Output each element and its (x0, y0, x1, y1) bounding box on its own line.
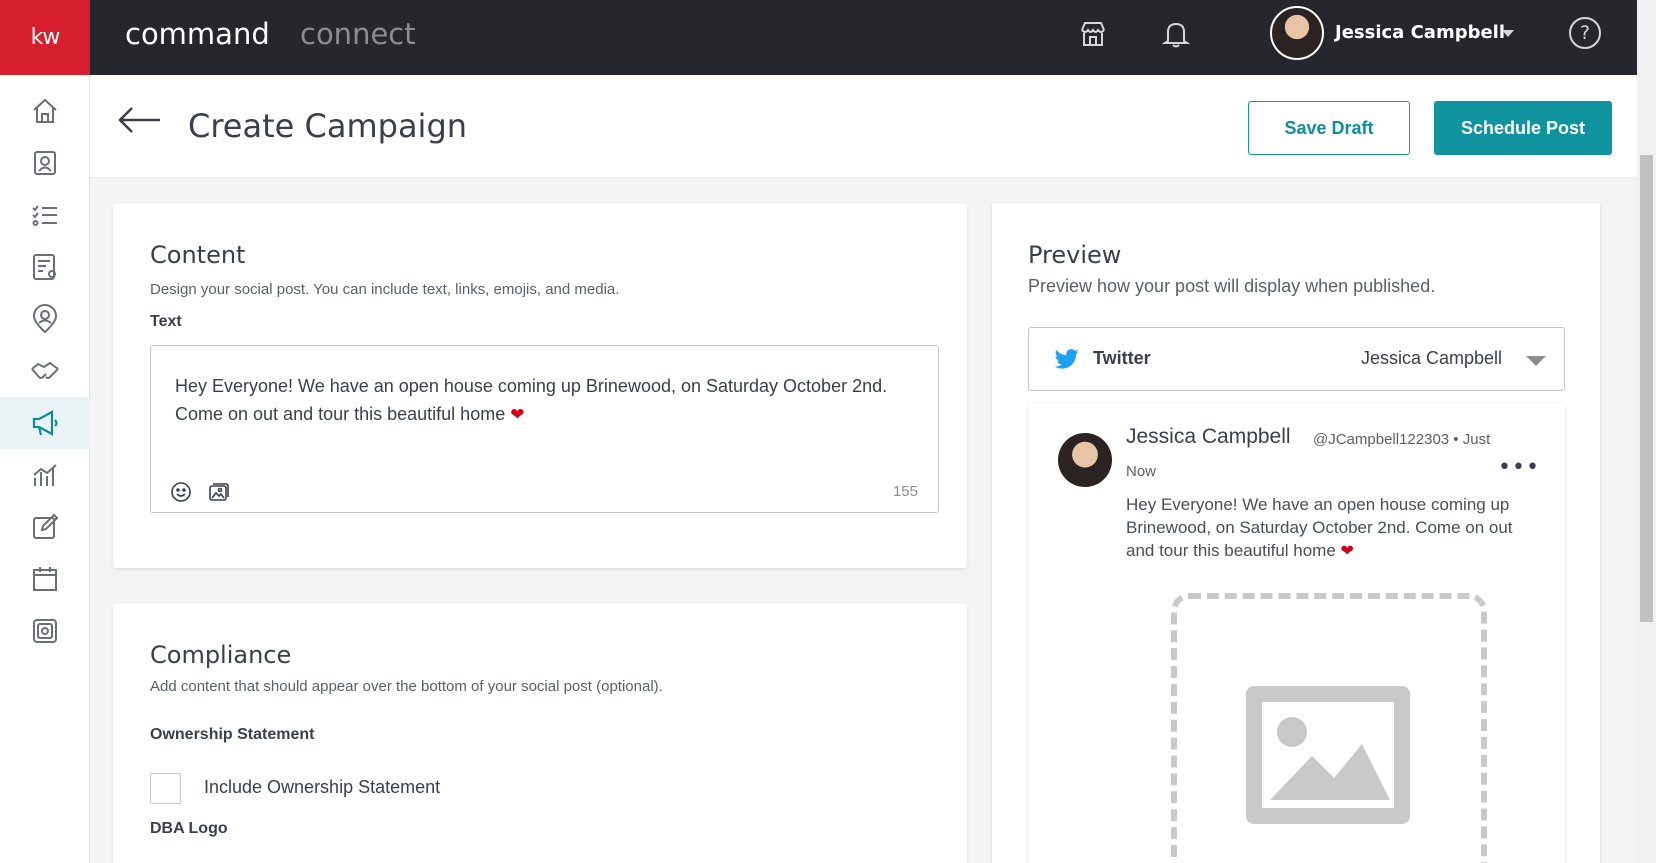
media-placeholder (1171, 593, 1487, 863)
preview-card: Preview Preview how your post will displ… (992, 203, 1600, 863)
text-label: Text (150, 313, 182, 330)
post-text-input[interactable]: Hey Everyone! We have an open house comi… (150, 345, 939, 513)
post-handle: @JCampbell122303 • Just (1313, 431, 1491, 448)
post-preview-text: Hey Everyone! We have an open house comi… (1126, 495, 1513, 560)
sidebar (0, 75, 90, 863)
heart-icon: ❤ (510, 405, 525, 424)
sidebar-item-calendar[interactable] (0, 553, 90, 605)
handshake-icon (31, 361, 59, 379)
content-title: Content (150, 241, 246, 269)
edit-icon (33, 513, 59, 539)
top-navigation-bar: kw command connect Jessica Campbell ? (0, 0, 1637, 75)
platform-name: Twitter (1093, 348, 1151, 368)
photo-library-icon (33, 619, 57, 643)
ownership-checkbox-label[interactable]: Include Ownership Statement (204, 777, 440, 798)
sidebar-item-agent[interactable] (0, 293, 90, 345)
more-options-icon[interactable]: ••• (1498, 455, 1540, 480)
analytics-icon (33, 464, 57, 486)
sidebar-item-home[interactable] (0, 85, 90, 137)
compliance-title: Compliance (150, 641, 292, 669)
scrollbar-thumb[interactable] (1640, 155, 1653, 622)
save-draft-button[interactable]: Save Draft (1248, 101, 1410, 155)
store-icon[interactable] (1073, 14, 1113, 54)
post-text: Hey Everyone! We have an open house comi… (175, 376, 888, 424)
command-tab[interactable]: command (125, 17, 270, 51)
bell-icon[interactable] (1156, 14, 1196, 54)
home-icon (33, 98, 57, 123)
page-title: Create Campaign (188, 107, 468, 145)
help-icon[interactable]: ? (1569, 17, 1601, 49)
character-count: 155 (892, 483, 918, 500)
connect-tab[interactable]: connect (300, 17, 416, 51)
chevron-down-icon[interactable] (1502, 30, 1514, 37)
user-avatar[interactable] (1270, 6, 1324, 60)
calendar-icon (33, 567, 57, 591)
ownership-checkbox[interactable] (150, 773, 181, 804)
content-subtitle: Design your social post. You can include… (150, 281, 620, 298)
post-time: Now (1126, 463, 1157, 480)
content-card: Content Design your social post. You can… (113, 203, 967, 568)
post-avatar (1058, 433, 1112, 487)
preview-subtitle: Preview how your post will display when … (1028, 276, 1436, 296)
page-header: Create Campaign Save Draft Schedule Post (90, 75, 1637, 178)
compliance-card: Compliance Add content that should appea… (113, 603, 967, 863)
user-name[interactable]: Jessica Campbell (1335, 22, 1505, 43)
sidebar-item-checklist-settings[interactable] (0, 241, 90, 293)
twitter-icon (1054, 348, 1079, 374)
kw-logo[interactable]: kw (0, 0, 90, 75)
contacts-icon (34, 151, 56, 175)
sidebar-item-edit[interactable] (0, 501, 90, 553)
sidebar-item-tasks[interactable] (0, 189, 90, 241)
dba-logo-label: DBA Logo (150, 820, 228, 837)
platform-account: Jessica Campbell (1360, 348, 1502, 368)
image-placeholder-icon (1246, 686, 1410, 824)
compliance-subtitle: Add content that should appear over the … (150, 678, 663, 695)
sidebar-item-photos[interactable] (0, 605, 90, 657)
tasks-icon (32, 205, 57, 226)
checklist-settings-icon (33, 254, 56, 280)
page-scrollbar[interactable] (1637, 0, 1656, 863)
back-arrow-icon[interactable] (116, 105, 162, 139)
megaphone-icon (32, 410, 58, 436)
post-preview-text-block: Hey Everyone! We have an open house comi… (1126, 493, 1536, 563)
media-icon[interactable] (206, 480, 230, 504)
preview-title: Preview (1028, 241, 1122, 269)
sidebar-item-analytics[interactable] (0, 449, 90, 501)
platform-select[interactable]: Twitter Jessica Campbell (1028, 327, 1565, 391)
sidebar-item-contacts[interactable] (0, 137, 90, 189)
post-preview: Jessica Campbell @JCampbell122303 • Just… (1028, 403, 1565, 863)
sidebar-item-deals[interactable] (0, 345, 90, 397)
post-author-name: Jessica Campbell (1126, 425, 1291, 448)
schedule-post-button[interactable]: Schedule Post (1434, 101, 1612, 155)
post-text-value[interactable]: Hey Everyone! We have an open house comi… (175, 372, 915, 429)
heart-icon: ❤ (1340, 543, 1354, 560)
ownership-label: Ownership Statement (150, 726, 315, 743)
chevron-down-icon[interactable] (1526, 356, 1546, 366)
user-pin-icon (32, 304, 58, 334)
sidebar-item-marketing[interactable] (0, 397, 90, 449)
emoji-icon[interactable] (169, 480, 193, 504)
